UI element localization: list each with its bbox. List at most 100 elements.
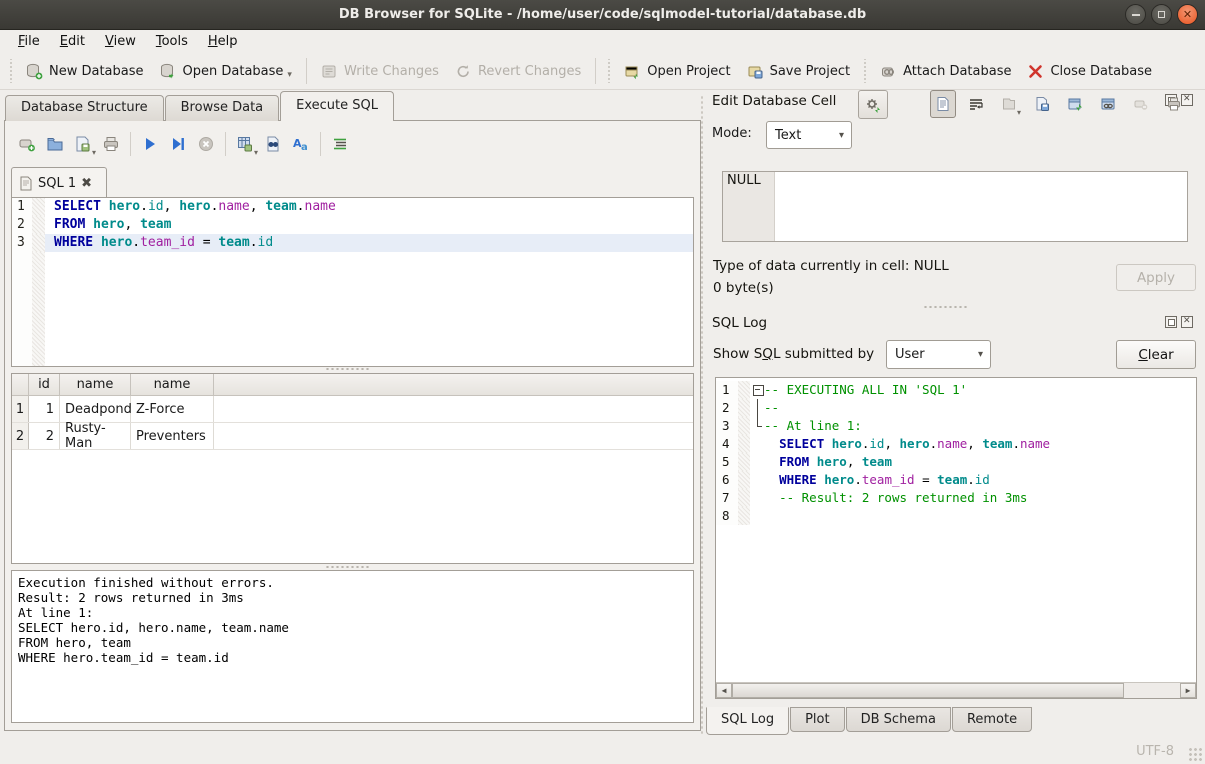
editor-results-splitter[interactable]: [325, 367, 369, 371]
scrollbar-thumb[interactable]: [732, 683, 1124, 698]
new-database-button[interactable]: New Database: [18, 58, 152, 85]
close-button[interactable]: ✕: [1177, 4, 1198, 25]
scroll-right-icon[interactable]: ▶: [1180, 683, 1196, 698]
menu-help[interactable]: Help: [198, 32, 248, 51]
editor-line[interactable]: 3WHERE hero.team_id = team.id: [12, 234, 693, 252]
sql-log-hscrollbar[interactable]: ◀ ▶: [716, 682, 1196, 698]
row-header[interactable]: 1: [12, 396, 29, 422]
mode-select[interactable]: Text ▾: [766, 121, 852, 149]
link-button[interactable]: [1095, 90, 1121, 118]
open-project-button[interactable]: Open Project: [616, 58, 738, 85]
open-sql-file-icon: [46, 135, 64, 153]
fold-collapse-icon[interactable]: [750, 381, 764, 399]
tab-db-schema[interactable]: DB Schema: [846, 707, 951, 732]
execute-current-line-button[interactable]: [164, 130, 192, 158]
table-cell[interactable]: Z-Force: [131, 396, 214, 422]
dock-splitter[interactable]: [923, 305, 967, 309]
new-sql-tab-button[interactable]: [13, 130, 41, 158]
word-wrap-button[interactable]: [963, 90, 989, 118]
sql-editor[interactable]: 1SELECT hero.id, hero.name, team.name2FR…: [11, 197, 694, 367]
editor-line[interactable]: 2FROM hero, team: [12, 216, 693, 234]
tab-sql-log[interactable]: SQL Log: [706, 707, 789, 735]
save-as-button[interactable]: [1029, 90, 1055, 118]
execute-all-button[interactable]: [136, 130, 164, 158]
column-header-name[interactable]: name: [131, 374, 214, 395]
menu-view[interactable]: View: [95, 32, 146, 51]
cell-value-editor[interactable]: NULL: [722, 171, 1188, 242]
grid-corner[interactable]: [12, 374, 29, 395]
tab-browse-data[interactable]: Browse Data: [165, 95, 280, 121]
write-changes-label: Write Changes: [344, 64, 439, 79]
toolbar-drag-handle[interactable]: [862, 59, 868, 83]
window-titlebar[interactable]: DB Browser for SQLite - /home/user/code/…: [0, 0, 1205, 30]
line-number: 4: [716, 435, 738, 453]
sql-log-filter-value: User: [895, 347, 925, 362]
table-cell[interactable]: 1: [29, 396, 60, 422]
float-panel-icon[interactable]: [1165, 316, 1177, 328]
table-row[interactable]: 22Rusty-ManPreventers: [12, 423, 693, 450]
attach-database-button[interactable]: Attach Database: [872, 58, 1019, 85]
menu-file[interactable]: File: [8, 32, 50, 51]
sql-log-view[interactable]: 1-- EXECUTING ALL IN 'SQL 1'2--3-- At li…: [715, 377, 1197, 699]
close-sql-tab-icon[interactable]: ✖: [81, 176, 92, 191]
save-results-button[interactable]: ▾: [231, 130, 259, 158]
results-message-splitter[interactable]: [325, 565, 369, 569]
table-cell[interactable]: Rusty-Man: [60, 423, 131, 449]
line-number: 2: [716, 399, 738, 417]
menu-edit[interactable]: Edit: [50, 32, 95, 51]
results-grid[interactable]: idnamename11DeadpondZ-Force22Rusty-ManPr…: [11, 373, 694, 564]
indent-button[interactable]: [326, 130, 354, 158]
save-project-button[interactable]: Save Project: [739, 58, 859, 85]
save-sql-file-button[interactable]: ▾: [69, 130, 97, 158]
auto-switch-mode-button[interactable]: [858, 90, 888, 119]
cell-value-area[interactable]: [775, 172, 1187, 241]
save-results-dropdown-icon[interactable]: ▾: [254, 148, 258, 157]
clear-log-button[interactable]: Clear: [1116, 340, 1196, 369]
table-cell[interactable]: 2: [29, 423, 60, 449]
tab-remote[interactable]: Remote: [952, 707, 1032, 732]
open-database-dropdown-icon[interactable]: ▾: [287, 70, 292, 80]
stop-button[interactable]: [192, 130, 220, 158]
main-tab-bar: Database Structure Browse Data Execute S…: [5, 94, 395, 121]
tab-database-structure[interactable]: Database Structure: [5, 95, 164, 121]
row-header[interactable]: 2: [12, 423, 29, 449]
find-replace-button[interactable]: [259, 130, 287, 158]
toolbar-drag-handle[interactable]: [8, 59, 14, 83]
write-changes-button[interactable]: Write Changes: [313, 58, 447, 85]
toolbar-drag-handle[interactable]: [606, 59, 612, 83]
open-sql-file-button[interactable]: [41, 130, 69, 158]
sql-file-tab[interactable]: SQL 1 ✖: [11, 167, 107, 198]
right-dock: Edit Database Cell Mode: Text ▾ ▾: [705, 90, 1202, 739]
editor-line[interactable]: 1SELECT hero.id, hero.name, team.name: [12, 198, 693, 216]
export-button[interactable]: [1062, 90, 1088, 118]
resize-grip[interactable]: [1188, 747, 1202, 761]
import-data-button[interactable]: ▾: [996, 90, 1022, 118]
column-header-id[interactable]: id: [29, 374, 60, 395]
format-sql-button[interactable]: Aa: [287, 130, 315, 158]
text-mode-button[interactable]: [930, 90, 956, 118]
print-cell-button[interactable]: [1161, 90, 1187, 118]
table-cell[interactable]: Preventers: [131, 423, 214, 449]
column-header-name[interactable]: name: [60, 374, 131, 395]
tab-plot[interactable]: Plot: [790, 707, 845, 732]
minimize-button[interactable]: [1125, 4, 1146, 25]
table-cell[interactable]: Deadpond: [60, 396, 131, 422]
apply-button[interactable]: Apply: [1116, 264, 1196, 291]
link-icon: [1100, 96, 1116, 112]
scrollbar-track[interactable]: [1124, 683, 1180, 698]
table-row[interactable]: 11DeadpondZ-Force: [12, 396, 693, 423]
print-button[interactable]: [97, 130, 125, 158]
scroll-left-icon[interactable]: ◀: [716, 683, 732, 698]
revert-changes-button[interactable]: Revert Changes: [447, 58, 589, 85]
set-null-button[interactable]: [1128, 90, 1154, 118]
menu-tools[interactable]: Tools: [146, 32, 198, 51]
close-database-button[interactable]: Close Database: [1019, 58, 1160, 85]
sql-log-filter-select[interactable]: User ▾: [886, 340, 991, 369]
tab-execute-sql[interactable]: Execute SQL: [280, 91, 394, 121]
maximize-button[interactable]: [1151, 4, 1172, 25]
close-panel-icon[interactable]: [1181, 316, 1193, 328]
close-database-label: Close Database: [1050, 64, 1152, 79]
save-sql-dropdown-icon[interactable]: ▾: [92, 148, 96, 157]
open-database-button[interactable]: Open Database ▾: [152, 58, 300, 85]
cell-null-indicator: NULL: [723, 172, 775, 241]
